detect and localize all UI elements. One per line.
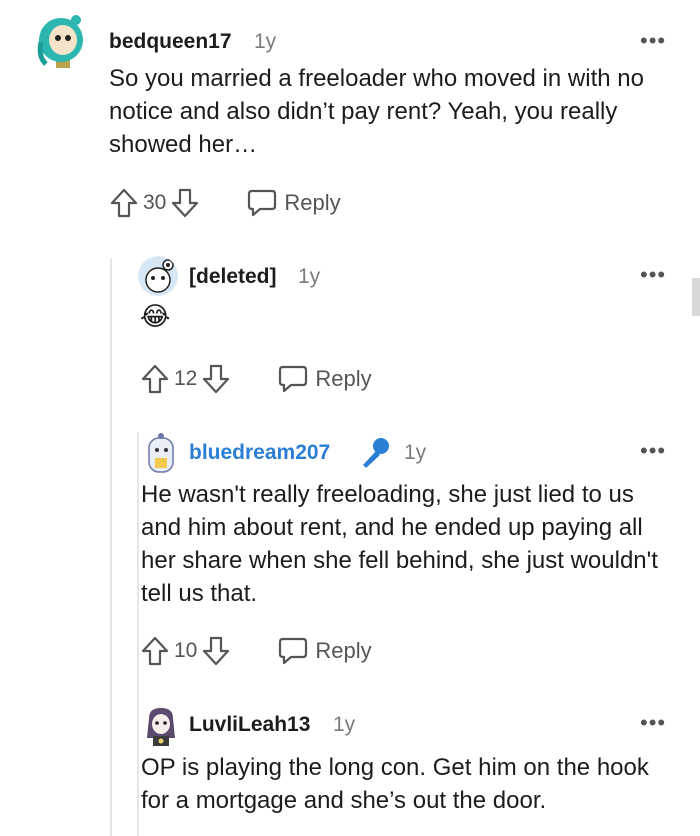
comment-body: 😂 <box>140 301 171 331</box>
username[interactable]: bluedream207 <box>189 441 330 465</box>
speech-bubble-icon <box>277 364 309 394</box>
username[interactable]: LuvliLeah13 <box>189 713 310 737</box>
vote-count: 30 <box>143 191 167 214</box>
more-options-button[interactable]: ••• <box>640 30 666 52</box>
comment-body: So you married a freeloader who moved in… <box>109 65 644 158</box>
reply-button[interactable]: Reply <box>277 636 372 666</box>
upvote-icon[interactable] <box>109 187 139 219</box>
comment-actions: 12 Reply <box>140 361 372 397</box>
reply-label: Reply <box>315 638 372 663</box>
scrollbar-thumb[interactable] <box>692 278 700 316</box>
comment-age: 1y <box>333 713 356 736</box>
reply-label: Reply <box>315 366 372 391</box>
avatar[interactable] <box>36 12 86 68</box>
upvote-icon[interactable] <box>140 635 170 667</box>
comment-actions: 10 Reply <box>140 633 372 669</box>
speech-bubble-icon <box>277 636 309 666</box>
reply-label: Reply <box>284 190 341 215</box>
avatar[interactable] <box>141 432 181 476</box>
reply-button[interactable]: Reply <box>246 188 341 218</box>
avatar[interactable] <box>141 704 181 748</box>
downvote-icon[interactable] <box>201 363 231 395</box>
comment-age: 1y <box>404 441 427 464</box>
username[interactable]: [deleted] <box>189 265 277 289</box>
speech-bubble-icon <box>246 188 278 218</box>
comment-actions: 30 Reply <box>109 185 341 221</box>
comment-body: OP is playing the long con. Get him on t… <box>141 754 649 814</box>
comment-age: 1y <box>298 265 321 288</box>
more-options-button[interactable]: ••• <box>640 264 666 286</box>
avatar[interactable] <box>138 256 178 296</box>
downvote-icon[interactable] <box>201 635 231 667</box>
microphone-icon <box>358 436 392 470</box>
more-options-button[interactable]: ••• <box>640 440 666 462</box>
thread-line-level-2[interactable] <box>137 432 139 836</box>
username[interactable]: bedqueen17 <box>109 30 232 54</box>
more-options-button[interactable]: ••• <box>640 712 666 734</box>
comment-age: 1y <box>254 30 277 53</box>
reply-button[interactable]: Reply <box>277 364 372 394</box>
downvote-icon[interactable] <box>170 187 200 219</box>
comment-body: He wasn't really freeloading, she just l… <box>141 481 658 607</box>
upvote-icon[interactable] <box>140 363 170 395</box>
thread-line-level-1[interactable] <box>110 258 112 836</box>
vote-count: 12 <box>174 367 198 390</box>
vote-count: 10 <box>174 639 198 662</box>
